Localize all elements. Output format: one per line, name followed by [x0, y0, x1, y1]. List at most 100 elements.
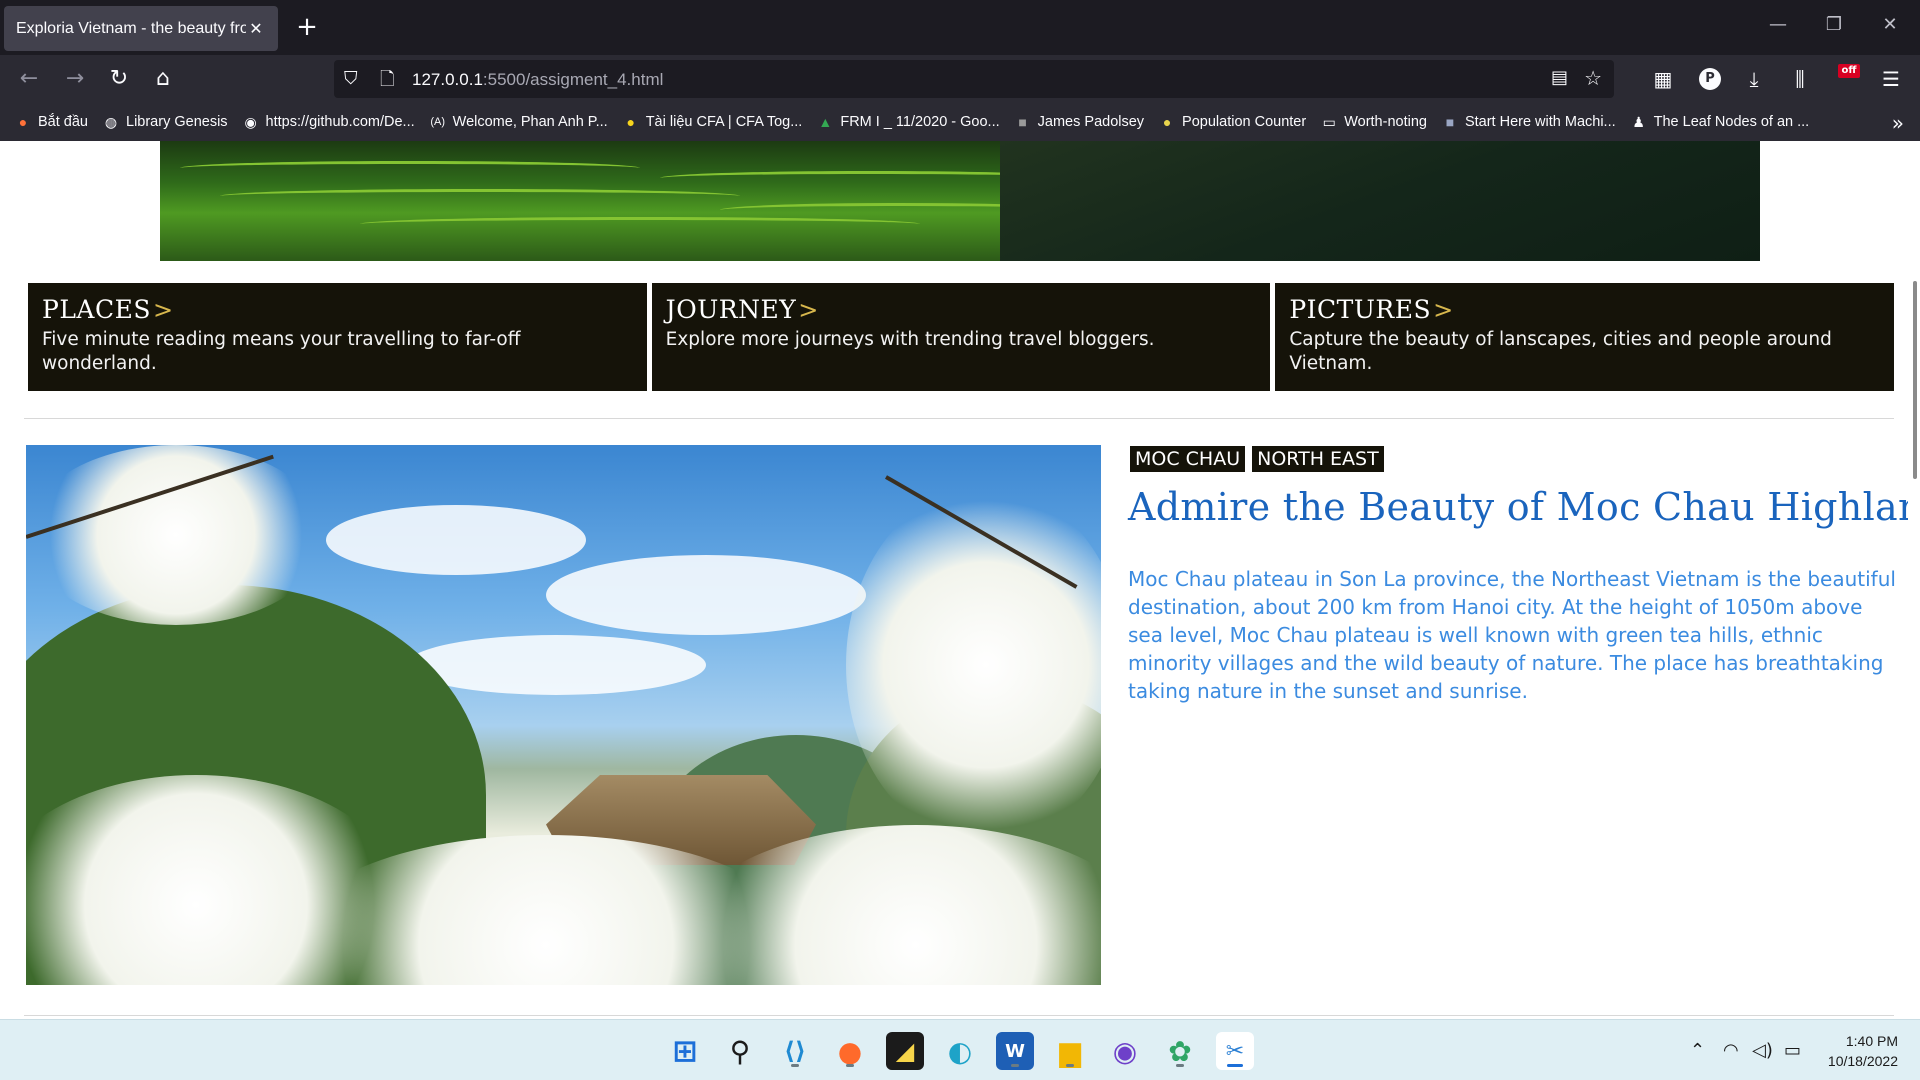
card-journey[interactable]: JOURNEY> Explore more journeys with tren… [651, 283, 1271, 391]
bookmark-label: FRM I _ 11/2020 - Goo... [840, 114, 1000, 130]
close-window-button[interactable]: ✕ [1876, 14, 1904, 35]
vscode-icon[interactable]: ⟨⟩ [776, 1032, 814, 1070]
card-title[interactable]: JOURNEY> [666, 295, 1257, 324]
running-indicator [1176, 1064, 1184, 1067]
bookmark-label: Start Here with Machi... [1464, 114, 1616, 130]
apps-grid-icon[interactable]: ▦ [1648, 65, 1678, 93]
terrace-line [180, 161, 640, 175]
word-icon[interactable]: W [996, 1032, 1034, 1070]
blossom-cluster [26, 445, 326, 625]
page-icon: 🗋 [380, 69, 395, 90]
windows-taskbar: ⊞ ⚲ ⟨⟩ ● ◢ ◐ W ▆ ◉ ✿ ✂ ⌃ ◠ ◁) ▭ 1:40 PM … [0, 1019, 1920, 1080]
menu-icon[interactable]: ☰ [1876, 65, 1906, 93]
chevron-up-icon[interactable]: ⌃ [1690, 1040, 1705, 1061]
article-title[interactable]: Admire the Beauty of Moc Chau Highland [1128, 485, 1920, 529]
library-icon[interactable]: ⫼ [1785, 65, 1815, 93]
search-icon[interactable]: ⚲ [721, 1032, 759, 1070]
cloud [326, 505, 586, 575]
card-arrow: > [152, 296, 174, 324]
card-arrow: > [1433, 296, 1454, 324]
bookmark-item[interactable]: (A) Welcome, Phan Anh P... [429, 113, 608, 131]
url-host: 127.0.0.1 [412, 70, 483, 89]
url-text[interactable]: 127.0.0.1:5500/assigment_4.html [412, 70, 663, 90]
tab-close-icon[interactable]: ✕ [246, 19, 266, 39]
minimize-button[interactable]: — [1764, 14, 1792, 35]
file-explorer-icon[interactable]: ▆ [1051, 1032, 1089, 1070]
bookmark-label: Welcome, Phan Anh P... [452, 114, 608, 130]
globe-icon: ◍ [104, 113, 118, 130]
tag-north-east[interactable]: NORTH EAST [1252, 446, 1384, 472]
bookmark-item[interactable]: ● Bắt đầu [14, 113, 88, 131]
bookmark-label: Worth-noting [1344, 114, 1427, 130]
card-title-text: JOURNEY [665, 295, 797, 324]
bookmark-item[interactable]: ◉ https://github.com/De... [242, 113, 414, 131]
bookmark-item[interactable]: ▭ Worth-noting [1320, 113, 1427, 131]
bookmark-label: Population Counter [1182, 114, 1307, 130]
card-arrow: > [798, 296, 819, 324]
article-body: Moc Chau plateau in Son La province, the… [1128, 567, 1896, 703]
card-description: Explore more journeys with trending trav… [665, 329, 1155, 350]
back-icon[interactable]: ← [14, 65, 44, 93]
system-clock[interactable]: 1:40 PM 10/18/2022 [1828, 1031, 1898, 1071]
wifi-icon[interactable]: ◠ [1723, 1040, 1739, 1061]
firefox-taskbar-icon[interactable]: ● [831, 1032, 869, 1070]
tab-title: Exploria Vietnam - the beauty from [16, 19, 246, 37]
running-indicator [846, 1064, 854, 1067]
tag-moc-chau[interactable]: MOC CHAU [1130, 446, 1246, 472]
person-icon: ♟ [1632, 113, 1645, 130]
forward-icon[interactable]: → [60, 65, 90, 93]
card-title[interactable]: PLACES> [42, 295, 633, 324]
reload-icon[interactable]: ↻ [104, 65, 134, 93]
sticky-notes-icon[interactable]: ◢ [886, 1032, 924, 1070]
card-title[interactable]: PICTURES> [1289, 295, 1880, 324]
chevron-right-icon[interactable]: » [1892, 111, 1904, 135]
bookmark-label: The Leaf Nodes of an ... [1653, 114, 1810, 130]
bookmark-item[interactable]: ● Tài liệu CFA | CFA Tog... [622, 113, 803, 131]
firefox-icon: ● [18, 114, 28, 130]
bookmark-label: James Padolsey [1037, 114, 1145, 130]
url-bar[interactable]: ⛉ 🗋 127.0.0.1:5500/assigment_4.html ▤ ☆ [334, 60, 1614, 98]
card-pictures[interactable]: PICTURES> Capture the beauty of lanscape… [1275, 283, 1895, 391]
edge-icon[interactable]: ◐ [941, 1032, 979, 1070]
card-description: Capture the beauty of lanscapes, cities … [1289, 329, 1832, 374]
battery-icon[interactable]: ▭ [1784, 1040, 1801, 1061]
terrace-line [220, 189, 740, 203]
browser-tab[interactable]: Exploria Vietnam - the beauty from ✕ [4, 6, 278, 51]
bookmark-item[interactable]: ◍ Library Genesis [102, 113, 228, 131]
smiley-icon: ● [626, 114, 635, 130]
extension-off-icon[interactable]: off [1838, 64, 1860, 78]
active-indicator [1227, 1064, 1243, 1067]
windows-start-icon[interactable]: ⊞ [666, 1032, 704, 1070]
restore-button[interactable]: ❐ [1820, 14, 1848, 35]
bookmark-item[interactable]: ■ Start Here with Machi... [1441, 113, 1616, 131]
extension-p-icon[interactable]: P [1699, 68, 1721, 90]
card-description: Five minute reading means your travellin… [42, 329, 521, 374]
snipping-tool-icon[interactable]: ✂ [1216, 1032, 1254, 1070]
volume-icon[interactable]: ◁) [1752, 1040, 1773, 1061]
github-icon: ◉ [244, 113, 257, 130]
bookmark-item[interactable]: ● Population Counter [1158, 113, 1306, 131]
bookmark-item[interactable]: ■ James Padolsey [1014, 113, 1144, 131]
reader-view-icon[interactable]: ▤ [1551, 67, 1568, 88]
card-places[interactable]: PLACES> Five minute reading means your t… [28, 283, 647, 391]
bookmark-item[interactable]: ▲ FRM I _ 11/2020 - Goo... [816, 113, 999, 131]
shield-icon[interactable]: ⛉ [344, 68, 358, 89]
page-scrollbar[interactable] [1908, 141, 1920, 1019]
hills-shade [1000, 141, 1760, 261]
url-path: :5500/assigment_4.html [482, 70, 664, 89]
scrollbar-thumb[interactable] [1913, 281, 1917, 479]
cube-icon: ■ [1018, 114, 1027, 130]
pin-icon: ● [1162, 114, 1172, 130]
home-icon[interactable]: ⌂ [148, 65, 178, 93]
new-tab-button[interactable]: + [292, 10, 322, 44]
category-cards: PLACES> Five minute reading means your t… [28, 283, 1895, 391]
tab-bar: Exploria Vietnam - the beauty from ✕ + —… [0, 0, 1920, 55]
bookmark-label: Tài liệu CFA | CFA Tog... [645, 114, 803, 130]
github-desktop-icon[interactable]: ◉ [1106, 1032, 1144, 1070]
chatgpt-icon[interactable]: ✿ [1161, 1032, 1199, 1070]
bookmark-label: Library Genesis [126, 114, 228, 130]
bookmark-item[interactable]: ♟ The Leaf Nodes of an ... [1630, 113, 1810, 131]
bookmark-star-icon[interactable]: ☆ [1584, 66, 1602, 90]
download-icon[interactable]: ⤓ [1739, 65, 1769, 93]
drive-icon: ▲ [818, 114, 833, 130]
